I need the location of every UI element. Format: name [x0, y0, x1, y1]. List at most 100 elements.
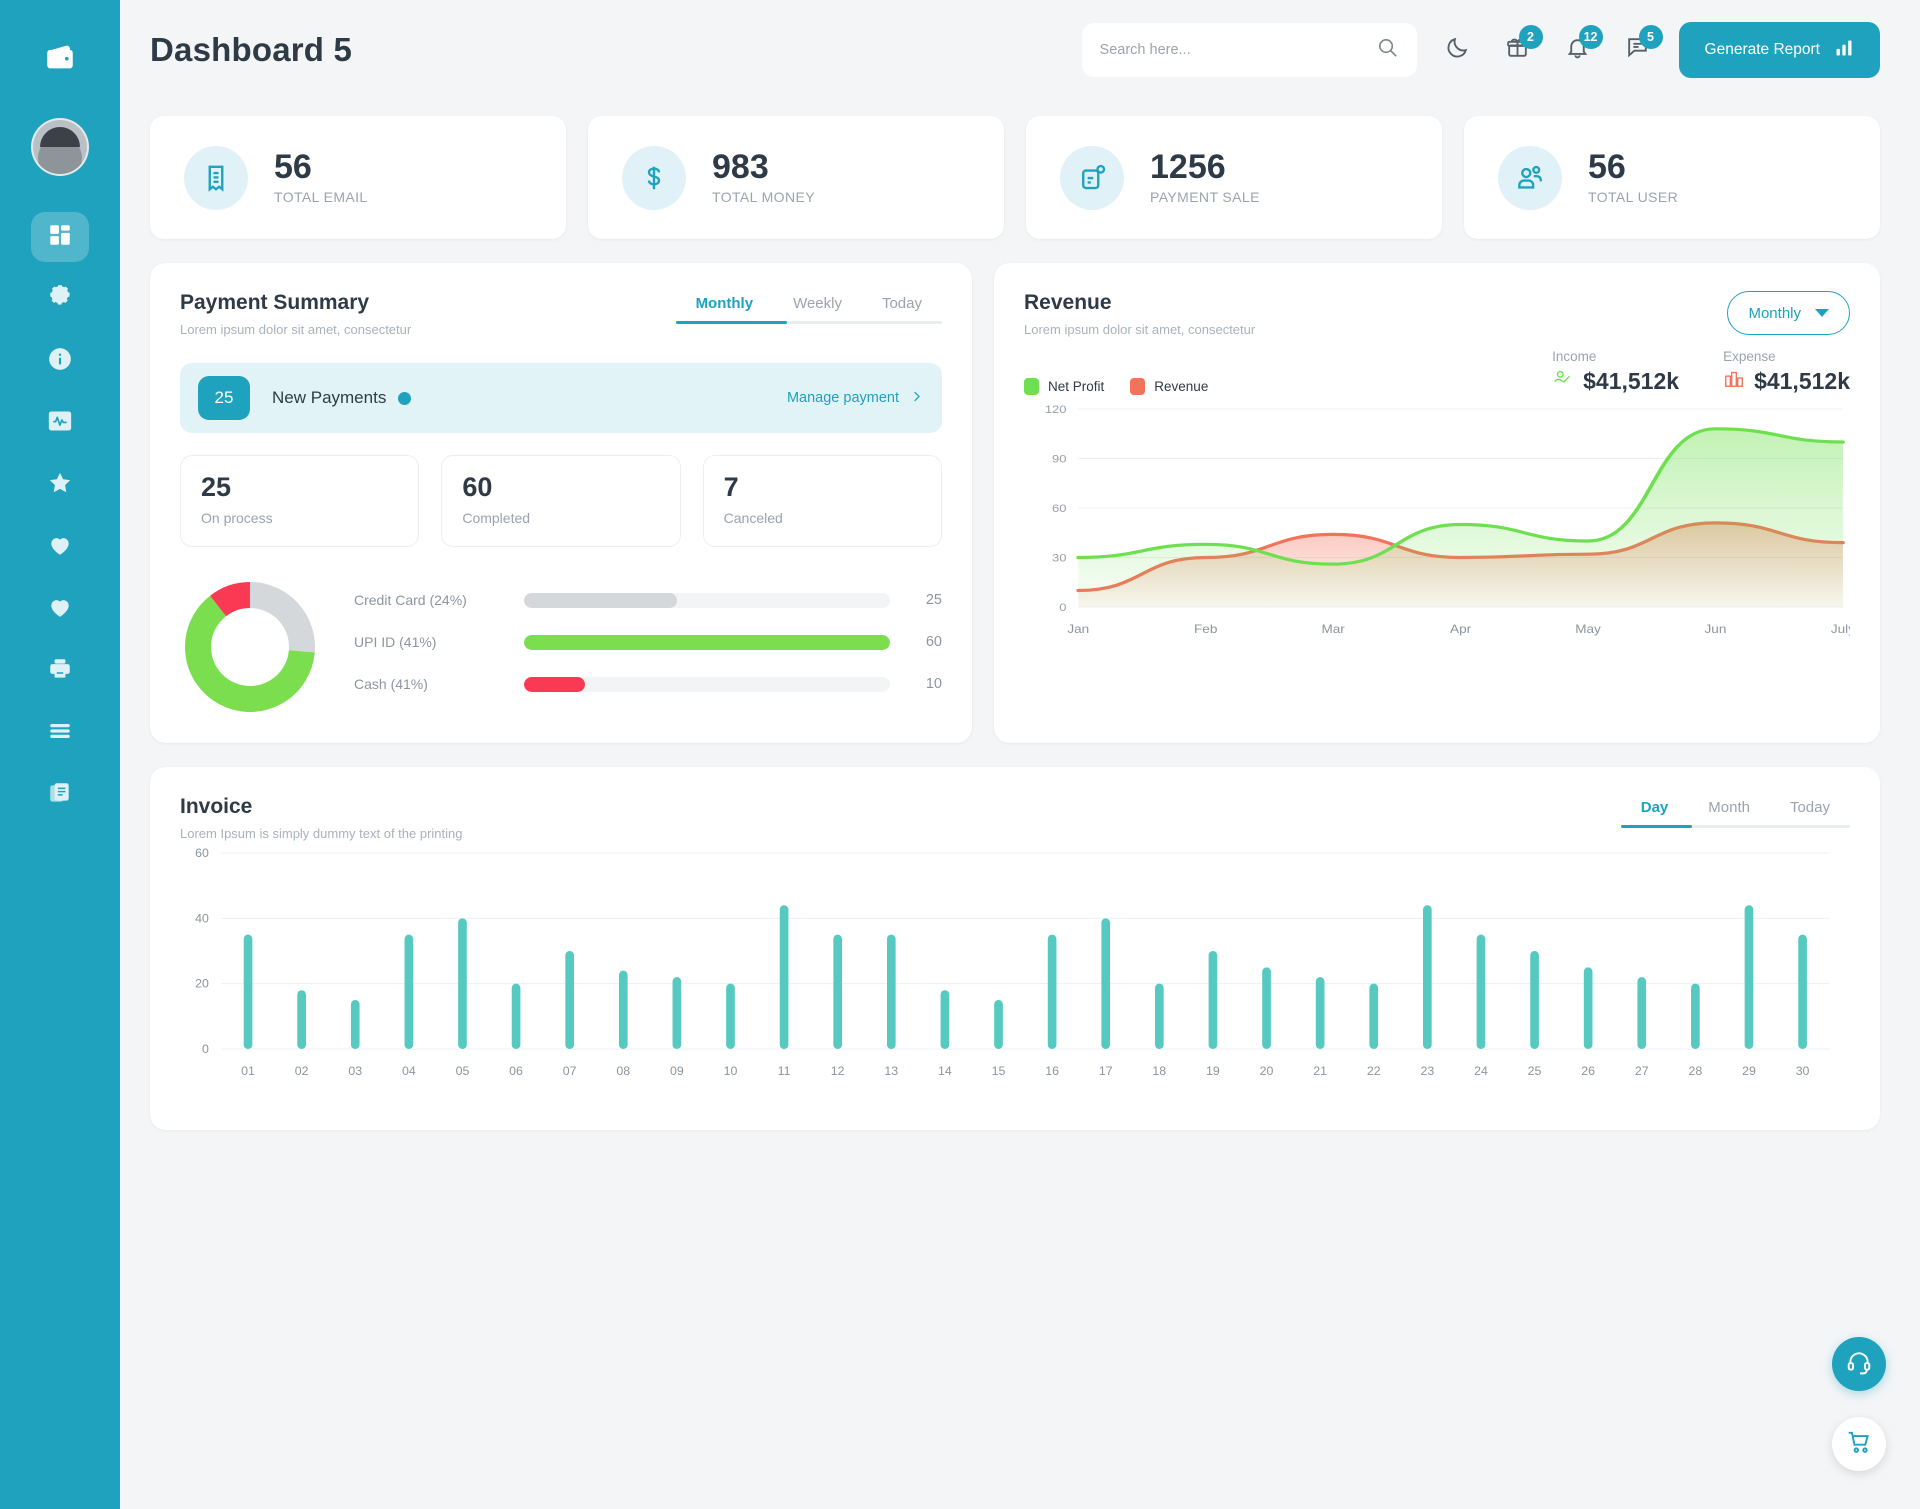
mini-card-label: Canceled — [723, 510, 783, 526]
svg-text:08: 08 — [616, 1064, 630, 1078]
receipt-icon — [184, 145, 248, 210]
search-box[interactable] — [1081, 23, 1417, 77]
svg-text:01: 01 — [241, 1064, 255, 1078]
income-icon — [1552, 367, 1574, 395]
revenue-period-dropdown[interactable]: Monthly — [1727, 291, 1850, 335]
stat-cards-row: 56 TOTAL EMAIL 983 TOTAL MONEY 1256 PAYM… — [120, 100, 1920, 239]
income-value: $41,512k — [1583, 367, 1680, 394]
new-payments-strip[interactable]: 25 New Payments Manage payment — [180, 363, 942, 433]
tab-today[interactable]: Today — [862, 295, 942, 324]
stat-card-total-money[interactable]: 983 TOTAL MONEY — [588, 116, 1004, 239]
svg-text:20: 20 — [1260, 1064, 1274, 1078]
printer-icon — [47, 656, 73, 687]
method-label: Cash (41%) — [354, 676, 428, 692]
sidebar-item-settings[interactable] — [31, 274, 89, 324]
expense-value-row: $41,512k — [1723, 367, 1850, 395]
menu-icon — [47, 718, 73, 749]
list-item[interactable]: Cash (41%) 10 — [354, 668, 942, 700]
messages-button[interactable]: 5 — [1619, 25, 1663, 69]
mini-card-on-process[interactable]: 25 On process — [180, 455, 420, 547]
search-input[interactable] — [1099, 42, 1376, 58]
chevron-down-icon — [1815, 305, 1829, 322]
sidebar-item-menu[interactable] — [31, 708, 89, 758]
stat-card-payment-sale[interactable]: 1256 PAYMENT SALE — [1026, 116, 1442, 239]
svg-text:24: 24 — [1474, 1064, 1488, 1078]
svg-text:16: 16 — [1045, 1064, 1059, 1078]
legend-net-profit[interactable]: Net Profit — [1024, 378, 1104, 395]
tab-weekly[interactable]: Weekly — [773, 295, 862, 324]
sidebar — [0, 0, 120, 1509]
manage-payment-link[interactable]: Manage payment — [787, 389, 924, 408]
support-fab-button[interactable] — [1832, 1337, 1886, 1391]
stat-value: 983 — [712, 147, 769, 186]
svg-text:120: 120 — [1045, 403, 1067, 416]
moon-icon — [1445, 35, 1470, 65]
legend-revenue[interactable]: Revenue — [1130, 378, 1208, 395]
sidebar-item-wishlist[interactable] — [31, 584, 89, 634]
expense-block: Expense $41,512k — [1723, 349, 1850, 395]
tab-day[interactable]: Day — [1621, 799, 1689, 828]
svg-text:06: 06 — [509, 1064, 523, 1078]
activity-icon — [47, 408, 73, 439]
dashboard-grid-icon — [47, 222, 73, 253]
gifts-button[interactable]: 2 — [1499, 25, 1543, 69]
new-payments-label: New Payments — [272, 388, 387, 407]
theme-toggle-button[interactable] — [1439, 31, 1477, 69]
svg-text:Mar: Mar — [1321, 623, 1344, 636]
tab-month[interactable]: Month — [1688, 799, 1770, 828]
search-icon[interactable] — [1376, 36, 1399, 64]
list-item[interactable]: UPI ID (41%) 60 — [354, 626, 942, 658]
new-payments-count: 25 — [198, 376, 250, 420]
legend-label: Net Profit — [1048, 379, 1105, 394]
generate-report-button[interactable]: Generate Report — [1678, 22, 1880, 78]
heart-icon — [47, 532, 73, 563]
revenue-panel: Revenue Lorem ipsum dolor sit amet, cons… — [994, 263, 1880, 743]
sidebar-item-documents[interactable] — [31, 770, 89, 820]
mini-card-canceled[interactable]: 7 Canceled — [702, 455, 942, 547]
sidebar-item-print[interactable] — [31, 646, 89, 696]
list-item[interactable]: Credit Card (24%) 25 — [354, 584, 942, 616]
dropdown-label: Monthly — [1748, 304, 1801, 322]
svg-text:0: 0 — [1059, 601, 1067, 614]
method-value: 10 — [925, 676, 942, 692]
stat-card-total-email[interactable]: 56 TOTAL EMAIL — [150, 116, 566, 239]
star-icon — [47, 470, 73, 501]
avatar[interactable] — [31, 118, 89, 176]
payment-summary-panel: Payment Summary Lorem ipsum dolor sit am… — [150, 263, 972, 743]
invoice-subtitle: Lorem Ipsum is simply dummy text of the … — [180, 826, 463, 841]
brand-logo[interactable] — [29, 28, 91, 90]
payment-summary-subtitle: Lorem ipsum dolor sit amet, consectetur — [180, 322, 412, 337]
page-title: Dashboard 5 — [150, 31, 353, 68]
stat-card-total-user[interactable]: 56 TOTAL USER — [1464, 116, 1880, 239]
svg-text:30: 30 — [1796, 1064, 1810, 1078]
mini-card-completed[interactable]: 60 Completed — [441, 455, 681, 547]
svg-text:20: 20 — [195, 977, 209, 991]
sidebar-item-analytics[interactable] — [31, 398, 89, 448]
tab-monthly[interactable]: Monthly — [676, 295, 774, 324]
svg-text:30: 30 — [1052, 551, 1067, 564]
payment-methods-section: Credit Card (24%) 25 UPI ID (41%) 60 Cas… — [180, 577, 942, 717]
notifications-button[interactable]: 12 — [1559, 25, 1603, 69]
svg-text:03: 03 — [348, 1064, 362, 1078]
expense-icon — [1723, 367, 1745, 395]
sidebar-item-favorites[interactable] — [31, 460, 89, 510]
sidebar-item-dashboard[interactable] — [31, 212, 89, 262]
svg-text:July: July — [1831, 623, 1850, 636]
sidebar-item-likes[interactable] — [31, 522, 89, 572]
chevron-right-icon — [909, 389, 924, 408]
stat-label: TOTAL USER — [1588, 189, 1679, 206]
svg-text:0: 0 — [202, 1042, 209, 1056]
expense-label: Expense — [1723, 349, 1776, 364]
documents-icon — [47, 780, 73, 811]
income-value-row: $41,512k — [1552, 367, 1679, 395]
cart-fab-button[interactable] — [1832, 1417, 1886, 1471]
sidebar-item-info[interactable] — [31, 336, 89, 386]
info-icon — [47, 346, 73, 377]
tab-today[interactable]: Today — [1770, 799, 1850, 828]
headset-icon — [1846, 1349, 1872, 1380]
gift-badge: 2 — [1518, 25, 1543, 49]
generate-report-label: Generate Report — [1704, 41, 1820, 58]
manage-payment-label: Manage payment — [786, 390, 899, 406]
tab-underline — [675, 321, 942, 324]
heart-icon — [47, 594, 73, 625]
